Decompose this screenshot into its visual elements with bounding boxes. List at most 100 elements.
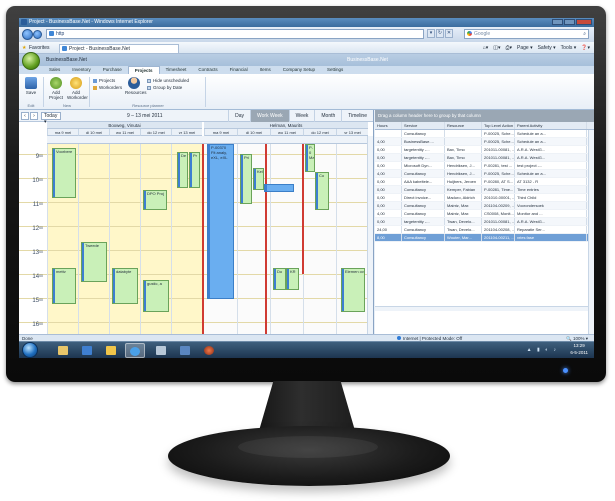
tab-items[interactable]: Items (254, 66, 277, 74)
time-grid[interactable]: 900 1000 1100 1200 1300 1400 1500 1600 1… (19, 144, 368, 356)
col-hours[interactable]: Hours (375, 122, 402, 129)
day-header[interactable]: di 10 mei (237, 129, 270, 136)
table-row[interactable]: 0,00 Direct invoice... Maduro, Aldrich 2010… (375, 194, 594, 202)
day-header[interactable]: wo 11 mei (109, 129, 140, 136)
clock[interactable]: 13:29 6-5-2011 (570, 342, 588, 356)
maximize-button[interactable] (564, 19, 575, 25)
add-workorder-button[interactable]: Add Workorder (67, 77, 88, 100)
scheduler-scrollbar[interactable] (367, 136, 373, 356)
save-button[interactable]: Save (22, 77, 40, 95)
grid-vertical-scrollbar[interactable] (588, 130, 594, 340)
prev-period-button[interactable]: ‹ (21, 112, 29, 120)
resources-button[interactable]: Resources (125, 77, 147, 95)
day-header[interactable]: wo 11 mei (270, 129, 303, 136)
view-timeline[interactable]: Timeline (341, 110, 373, 122)
table-row[interactable]: 0,00 Microsoft Dyn... Hendriksen, J... P-00… (375, 162, 594, 170)
appointment[interactable]: mettv (52, 268, 76, 304)
appointment[interactable]: Pr (189, 152, 200, 188)
app-menu-orb[interactable] (22, 52, 40, 70)
table-row[interactable]: 4,00 Consultancy Maintz, Max CS0008, Monit.… (375, 210, 594, 218)
table-row[interactable]: 0,00 targetentity -... Twan, Develo... 2010… (375, 218, 594, 226)
col-resource[interactable]: Resource (445, 122, 482, 129)
today-button[interactable]: Today ▾ (41, 112, 61, 125)
appointment[interactable]: Voorbere (52, 148, 76, 198)
table-row[interactable]: 0,00 Consultancy Maintz, Max 201104-00209, … (375, 202, 594, 210)
taskbar-folder[interactable] (101, 343, 121, 358)
day-header[interactable]: vr 13 mei (336, 129, 368, 136)
taskbar-internet-explorer[interactable] (125, 343, 145, 358)
close-button[interactable] (576, 19, 592, 25)
appointment[interactable]: Elemen ov (341, 268, 365, 312)
appointment[interactable] (264, 184, 294, 192)
tab-timesheet[interactable]: Timesheet (160, 66, 193, 74)
projects-toggle[interactable]: Projects (93, 78, 115, 84)
view-day[interactable]: Day (228, 110, 250, 122)
appointment[interactable]: Kel (253, 168, 264, 190)
appointment[interactable]: KR (286, 268, 299, 290)
tab-projects[interactable]: Projects (127, 66, 160, 74)
forward-button[interactable] (33, 30, 42, 39)
taskbar-explorer[interactable] (53, 343, 73, 358)
appointment[interactable]: P-00370 Fit analy, eXL, eXL (207, 144, 234, 299)
tab-settings[interactable]: Settings (321, 66, 349, 74)
appointment[interactable]: gustic, a (143, 280, 169, 312)
appointment[interactable]: Do (273, 268, 286, 290)
next-period-button[interactable]: › (30, 112, 38, 120)
group-by-date-toggle[interactable]: Group by Date (147, 85, 182, 91)
appointment[interactable]: DPO Proj (143, 190, 167, 210)
view-week[interactable]: Week (288, 110, 315, 122)
appointment[interactable]: Tweede (81, 242, 107, 282)
day-header[interactable]: vr 13 mei (171, 129, 202, 136)
start-button[interactable] (22, 342, 38, 358)
table-row[interactable]: 4,00 BusinessBase.... P-00025, Sche... Sche… (375, 138, 594, 146)
back-button[interactable] (22, 29, 33, 40)
day-header[interactable]: ma 9 mei (47, 129, 78, 136)
view-work-week[interactable]: Work Week (250, 110, 289, 122)
table-row[interactable]: 0,00 AAA kabeltele... Huijbers, Jeroen P-00… (375, 178, 594, 186)
safety-menu[interactable]: Safety ▾ (538, 42, 556, 54)
all-day-row[interactable] (47, 136, 368, 144)
col-top-level-action[interactable]: Top Level Action (482, 122, 515, 129)
day-header[interactable]: do 12 mei (140, 129, 171, 136)
day-header[interactable]: ma 9 mei (204, 129, 237, 136)
appointment[interactable]: Co (315, 172, 329, 210)
help-menu[interactable]: ❓▾ (581, 42, 590, 54)
table-row[interactable]: 0,00 targetentity -... Bax, Timo 201011-000… (375, 146, 594, 154)
search-icon[interactable]: ⌕ (583, 30, 586, 38)
minimize-button[interactable] (552, 19, 563, 25)
tab-inventory[interactable]: Inventory (66, 66, 97, 74)
add-project-button[interactable]: Add Project (47, 77, 65, 100)
group-by-hint[interactable]: Drag a column header here to group by th… (375, 110, 594, 122)
stop-icon[interactable]: ✕ (445, 29, 453, 38)
tab-company-setup[interactable]: Company Setup (277, 66, 321, 74)
taskbar-app[interactable] (175, 343, 195, 358)
appointment[interactable]: databyte (112, 268, 138, 304)
day-header[interactable]: do 12 mei (303, 129, 336, 136)
appointment[interactable]: P-0 Ma (305, 144, 315, 172)
refresh-icon[interactable]: ↻ (436, 29, 444, 38)
table-row[interactable]: 8,00 Consultancy Wouter, Mar... 201104-0021… (375, 234, 594, 242)
view-month[interactable]: Month (314, 110, 341, 122)
tab-financial[interactable]: Financial (224, 66, 254, 74)
address-input[interactable]: http (46, 29, 424, 39)
system-tray-icons[interactable]: ▲ ▮ ◐ ♪ (527, 347, 558, 353)
hide-unscheduled-toggle[interactable]: Hide unscheduled (147, 78, 189, 84)
day-header[interactable]: di 10 mei (78, 129, 109, 136)
grid-horizontal-scrollbar[interactable] (375, 306, 588, 311)
compat-view-button[interactable]: ▾ (427, 29, 435, 38)
taskbar-outlook[interactable] (77, 343, 97, 358)
tab-contracts[interactable]: Contracts (192, 66, 223, 74)
table-row[interactable]: 0,00 Consultancy Kemper, Fabian P-00281, Ti… (375, 186, 594, 194)
taskbar-media[interactable] (199, 343, 219, 358)
tab-sales[interactable]: Sales (43, 66, 66, 74)
tools-menu[interactable]: Tools ▾ (561, 42, 577, 54)
feeds-icon[interactable]: ◫▾ (493, 42, 500, 54)
taskbar-app[interactable] (151, 343, 171, 358)
table-row[interactable]: 4,00 Consultancy Hendriksen, J... P-00025, … (375, 170, 594, 178)
table-row[interactable]: Consultancy P-00025, Sche... Schedule an a… (375, 130, 594, 138)
print-icon[interactable]: ⎙▾ (506, 42, 513, 54)
col-parent-activity[interactable]: Parent Activity (515, 122, 587, 129)
home-icon[interactable]: ⌂▾ (483, 42, 489, 54)
table-row[interactable]: 24,00 Consultancy Twan, Develo... 201104-00… (375, 226, 594, 234)
appointment[interactable]: De (177, 152, 188, 188)
